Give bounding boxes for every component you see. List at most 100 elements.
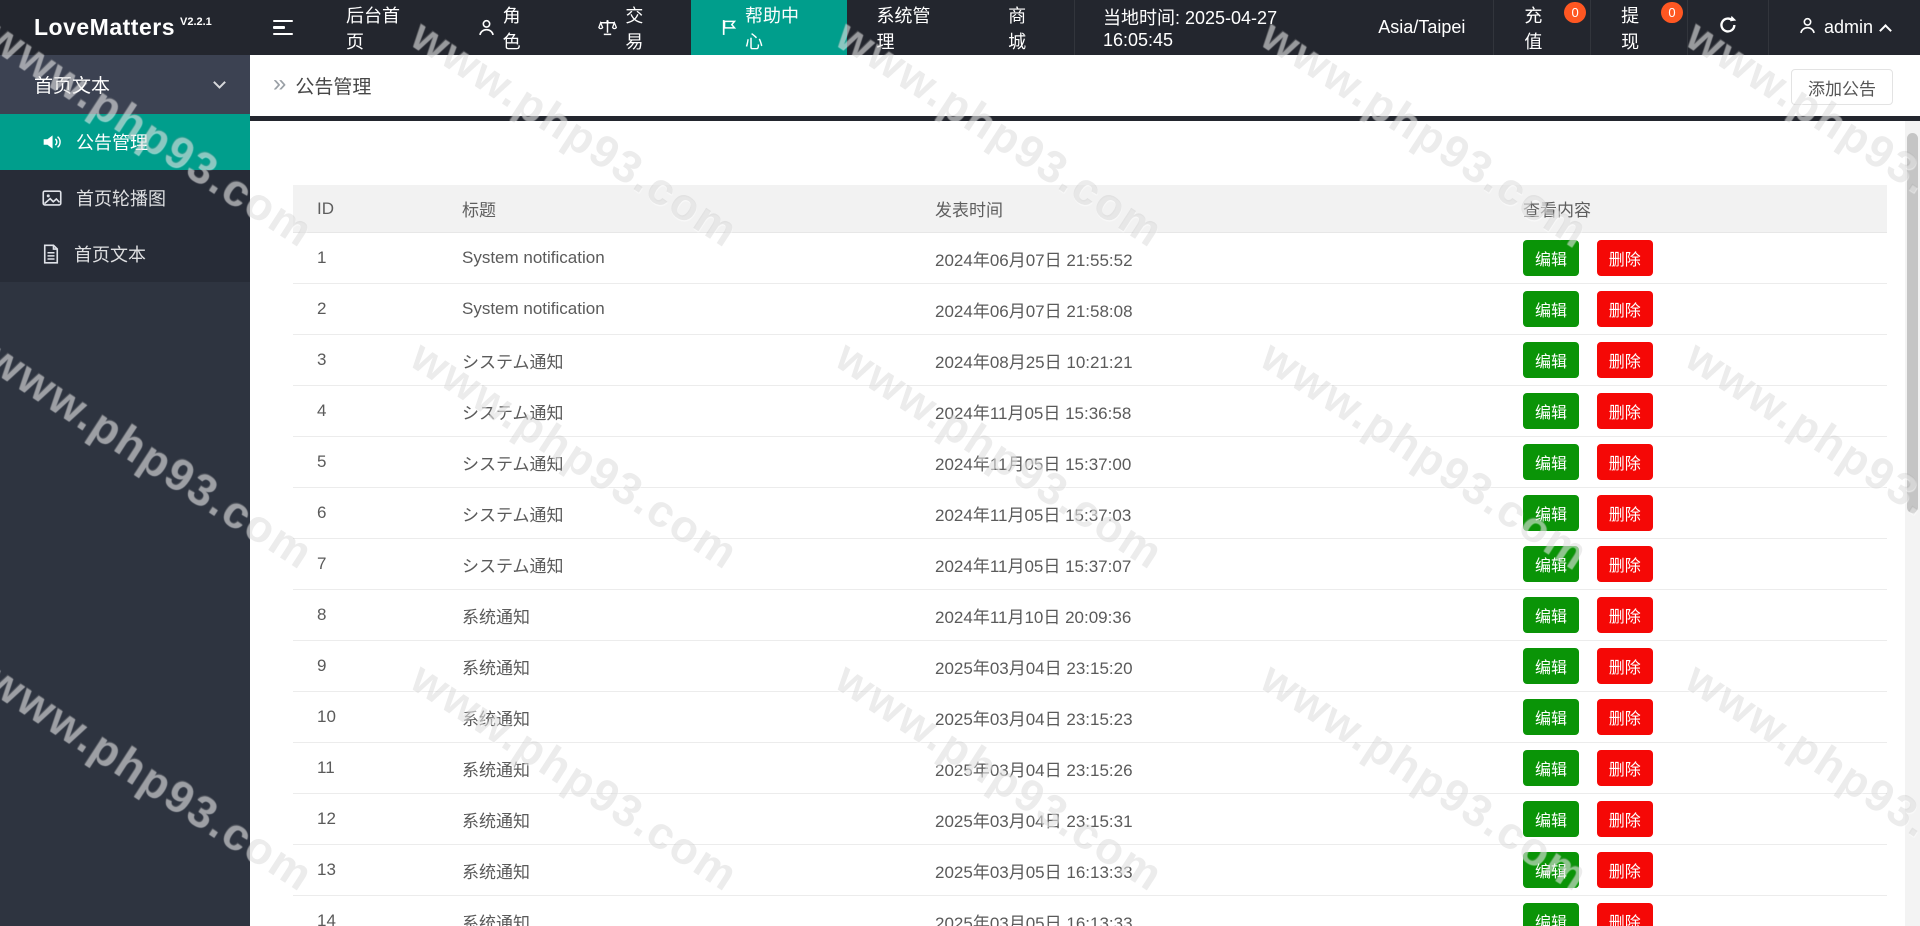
sidebar-item-label: 公告管理 [76, 133, 148, 153]
sidebar-group-home-text[interactable]: 首页文本 [0, 55, 250, 114]
sidebar: 首页文本 公告管理 首页轮播图 首页文本 [0, 55, 250, 926]
row-time: 2024年11月05日 15:37:03 [935, 505, 1132, 525]
nav-item-roles[interactable]: 角色 [448, 0, 569, 55]
table-row: 1 System notification 2024年06月07日 21:55:… [293, 233, 1887, 284]
nav-item-mall[interactable]: 商城 [978, 0, 1074, 55]
row-title: 系统通知 [462, 811, 530, 831]
delete-button[interactable]: 删除 [1596, 597, 1653, 633]
delete-button[interactable]: 删除 [1596, 903, 1653, 926]
edit-button[interactable]: 编辑 [1523, 903, 1580, 926]
menu-bar [273, 26, 285, 29]
row-id: 13 [317, 860, 336, 879]
row-title: System notification [462, 248, 605, 267]
withdraw-label: 提现 [1621, 5, 1640, 52]
row-actions: 编辑 删除 [1499, 903, 1887, 926]
row-title: システム通知 [462, 352, 564, 372]
sidebar-item-announcements[interactable]: 公告管理 [0, 114, 250, 170]
sidebar-items: 公告管理 首页轮播图 首页文本 [0, 114, 250, 282]
delete-button[interactable]: 删除 [1596, 240, 1653, 276]
row-actions: 编辑 删除 [1499, 342, 1887, 378]
row-id: 3 [317, 350, 327, 369]
row-actions: 编辑 删除 [1499, 393, 1887, 429]
delete-button[interactable]: 删除 [1596, 750, 1653, 786]
delete-button[interactable]: 删除 [1596, 852, 1653, 888]
row-actions: 编辑 删除 [1499, 444, 1887, 480]
top-nav: 后台首页 角色 交易 帮助中心 系统管理 商城 [316, 0, 1074, 55]
nav-item-dashboard[interactable]: 后台首页 [316, 0, 448, 55]
row-actions: 编辑 删除 [1499, 546, 1887, 582]
row-id: 2 [317, 299, 327, 318]
delete-button[interactable]: 删除 [1596, 444, 1653, 480]
row-id: 6 [317, 503, 327, 522]
table-row: 4 システム通知 2024年11月05日 15:36:58 编辑 删除 [293, 386, 1887, 437]
edit-button[interactable]: 编辑 [1523, 342, 1580, 378]
row-time: 2025年03月05日 16:13:33 [935, 913, 1133, 926]
column-header-time: 发表时间 [935, 201, 1003, 220]
row-actions: 编辑 删除 [1499, 597, 1887, 633]
nav-item-help-center[interactable]: 帮助中心 [691, 0, 847, 55]
flag-icon [721, 19, 737, 36]
row-id: 9 [317, 656, 327, 675]
delete-button[interactable]: 删除 [1596, 801, 1653, 837]
row-time: 2025年03月04日 23:15:31 [935, 811, 1133, 831]
column-header-title: 标题 [462, 201, 496, 220]
add-announcement-button[interactable]: 添加公告 [1791, 69, 1893, 105]
logo[interactable]: LoveMatters V2.2.1 [0, 0, 250, 55]
row-id: 8 [317, 605, 327, 624]
sidebar-item-label: 首页轮播图 [76, 189, 166, 209]
edit-button[interactable]: 编辑 [1523, 393, 1580, 429]
edit-button[interactable]: 编辑 [1523, 546, 1580, 582]
menu-toggle-icon[interactable] [250, 0, 316, 55]
table-row: 7 システム通知 2024年11月05日 15:37:07 编辑 删除 [293, 539, 1887, 590]
table-row: 8 系统通知 2024年11月10日 20:09:36 编辑 删除 [293, 590, 1887, 641]
menu-bar [273, 32, 293, 36]
speaker-icon [42, 132, 62, 152]
edit-button[interactable]: 编辑 [1523, 597, 1580, 633]
nav-item-system[interactable]: 系统管理 [847, 0, 979, 55]
table-row: 10 系统通知 2025年03月04日 23:15:23 编辑 删除 [293, 692, 1887, 743]
chevron-up-icon [1879, 23, 1892, 37]
nav-label: 系统管理 [876, 5, 931, 52]
delete-button[interactable]: 删除 [1596, 546, 1653, 582]
row-actions: 编辑 删除 [1499, 801, 1887, 837]
edit-button[interactable]: 编辑 [1523, 291, 1580, 327]
scrollbar[interactable] [1905, 121, 1920, 926]
row-time: 2024年11月10日 20:09:36 [935, 607, 1132, 627]
announcement-table: ID 标题 发表时间 查看内容 1 System notification 20… [293, 185, 1887, 926]
table-row: 11 系统通知 2025年03月04日 23:15:26 编辑 删除 [293, 743, 1887, 794]
delete-button[interactable]: 删除 [1596, 291, 1653, 327]
delete-button[interactable]: 删除 [1596, 342, 1653, 378]
logo-text: LoveMatters [34, 14, 175, 40]
edit-button[interactable]: 编辑 [1523, 801, 1580, 837]
row-actions: 编辑 删除 [1499, 852, 1887, 888]
sidebar-item-label: 首页文本 [74, 245, 146, 265]
delete-button[interactable]: 删除 [1596, 393, 1653, 429]
nav-item-trade[interactable]: 交易 [568, 0, 691, 55]
table-row: 12 系统通知 2025年03月04日 23:15:31 编辑 删除 [293, 794, 1887, 845]
delete-button[interactable]: 删除 [1596, 495, 1653, 531]
row-title: 系统通知 [462, 607, 530, 627]
delete-button[interactable]: 删除 [1596, 648, 1653, 684]
edit-button[interactable]: 编辑 [1523, 648, 1580, 684]
edit-button[interactable]: 编辑 [1523, 852, 1580, 888]
edit-button[interactable]: 编辑 [1523, 750, 1580, 786]
sidebar-item-home-text[interactable]: 首页文本 [0, 226, 250, 282]
top-header: LoveMatters V2.2.1 后台首页 角色 交易 帮助中心 系统管理 … [0, 0, 1920, 55]
edit-button[interactable]: 编辑 [1523, 240, 1580, 276]
row-time: 2024年08月25日 10:21:21 [935, 352, 1133, 372]
sidebar-item-home-carousel[interactable]: 首页轮播图 [0, 170, 250, 226]
withdraw-button[interactable]: 提现 0 [1590, 0, 1687, 55]
recharge-button[interactable]: 充值 0 [1493, 0, 1590, 55]
table-row: 5 システム通知 2024年11月05日 15:37:00 编辑 删除 [293, 437, 1887, 488]
edit-button[interactable]: 编辑 [1523, 444, 1580, 480]
refresh-button[interactable] [1686, 0, 1768, 55]
scrollbar-thumb[interactable] [1907, 133, 1918, 513]
main-content: » 公告管理 添加公告 ID 标题 发表时间 查看内容 1 System not… [250, 55, 1920, 926]
row-actions: 编辑 删除 [1499, 291, 1887, 327]
delete-button[interactable]: 删除 [1596, 699, 1653, 735]
user-menu[interactable]: admin [1767, 0, 1920, 55]
edit-button[interactable]: 编辑 [1523, 699, 1580, 735]
edit-button[interactable]: 编辑 [1523, 495, 1580, 531]
row-title: システム通知 [462, 403, 564, 423]
row-actions: 编辑 删除 [1499, 750, 1887, 786]
